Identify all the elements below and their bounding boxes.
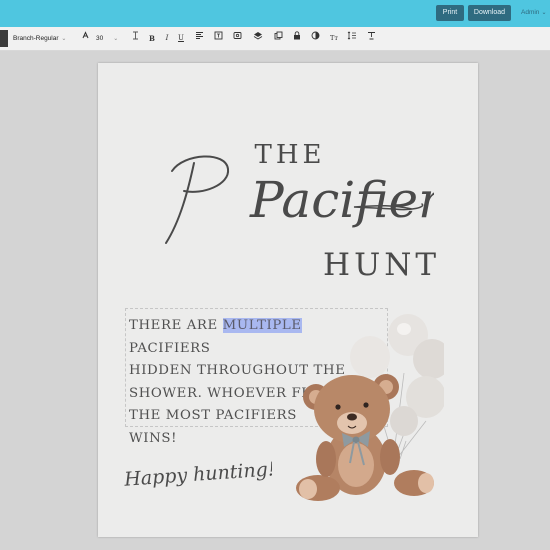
text-toolbar: Branch-Regular ⌄ 30 ⌄ B I U Tт [0,27,550,51]
title-hunt[interactable]: HUNT [280,247,440,283]
text-style-button[interactable]: Tт [328,31,340,46]
chevron-down-icon: ⌄ [113,36,119,42]
text-segment: PACIFIERS [129,340,211,356]
text-box-icon[interactable] [213,31,223,46]
chevron-down-icon: ⌄ [61,36,67,42]
image-frame-icon[interactable] [232,31,242,46]
italic-button[interactable]: I [163,31,171,46]
underline-button[interactable]: U [177,31,185,46]
toolbar-handle[interactable] [0,30,8,47]
duplicate-icon[interactable] [273,31,283,46]
title-script-pacifier[interactable]: Pacifier [154,151,434,251]
lock-icon[interactable] [292,31,302,46]
happy-hunting-signoff[interactable]: Happy hunting! [122,443,272,503]
font-size-input[interactable]: 30 ⌄ [96,31,126,46]
signoff-text: Happy hunting! [123,458,272,491]
font-family-value: Branch-Regular [13,35,59,42]
download-button[interactable]: Download [468,5,511,21]
font-fill-icon[interactable] [80,31,90,46]
app-header: Print Download Admin ⌄ [0,0,550,27]
line-spacing-icon[interactable] [347,31,357,46]
align-left-icon[interactable] [194,31,204,46]
print-button[interactable]: Print [436,5,464,21]
font-size-value: 30 [96,35,104,42]
admin-menu[interactable]: Admin ⌄ [521,5,546,21]
font-family-select[interactable]: Branch-Regular ⌄ [13,31,73,46]
document-page[interactable]: THE Pacifier HUNT THERE ARE MULTIPLE PAC… [98,63,478,537]
layers-icon[interactable] [253,31,263,46]
title-script-text: Pacifier [249,171,434,229]
bold-button[interactable]: B [148,31,156,46]
color-icon[interactable] [310,31,320,46]
selected-text: MULTIPLE [222,318,302,333]
chevron-down-icon: ⌄ [541,10,547,16]
text-transform-icon[interactable] [366,31,376,46]
teddy-bear-balloons-image[interactable] [294,313,444,503]
text-segment: THERE ARE [129,318,223,333]
admin-label: Admin [521,9,540,16]
line-height-icon[interactable] [131,31,139,46]
